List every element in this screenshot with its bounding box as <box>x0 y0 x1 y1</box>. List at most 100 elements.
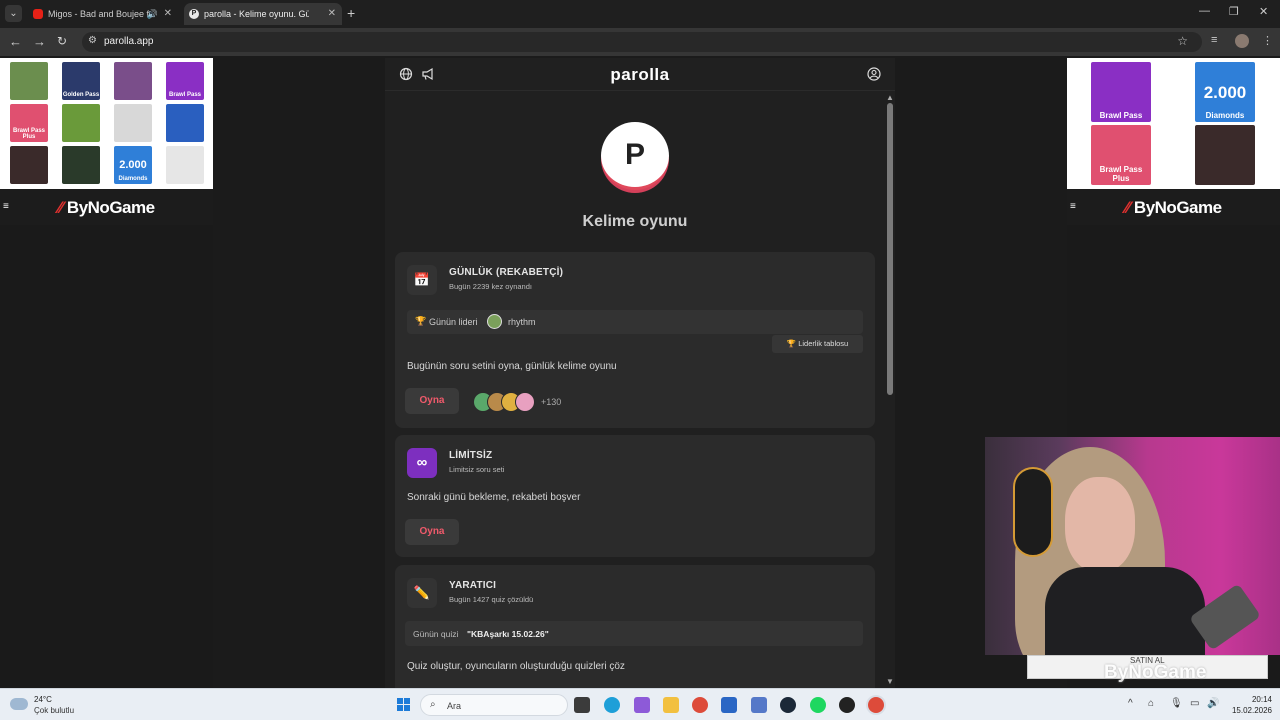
card-subtitle: Limitsiz soru seti <box>449 465 505 474</box>
scrollbar[interactable]: ▲ ▼ <box>885 93 895 688</box>
reload-icon[interactable]: ↻ <box>57 34 67 48</box>
steam-icon[interactable] <box>780 697 796 713</box>
unlimited-play-button[interactable]: Oyna <box>405 519 459 545</box>
ad-product[interactable] <box>114 104 152 142</box>
daily-play-button[interactable]: Oyna <box>405 388 459 414</box>
minimize-button[interactable]: — <box>1199 5 1210 17</box>
system-clock[interactable]: 20:14 15.02.2026 <box>1222 694 1272 716</box>
new-tab-button[interactable]: + <box>347 5 355 22</box>
ad-product[interactable] <box>62 104 100 142</box>
scrollbar-thumb[interactable] <box>887 103 893 395</box>
scroll-down-arrow-icon[interactable]: ▼ <box>886 677 894 686</box>
ad-product[interactable]: 2.000 Diamonds <box>114 146 152 184</box>
cloud-icon <box>10 698 28 710</box>
quiz-of-the-day-row[interactable]: Günün quizi "KBAşarkı 15.02.26" <box>405 621 863 646</box>
tab-search-chevron-icon[interactable]: ⌄ <box>5 5 22 22</box>
youtube-icon <box>33 9 43 19</box>
daily-leader-row[interactable]: 🏆 Günün lideri rhythm <box>407 310 863 334</box>
weather-temp: 24°C <box>34 695 52 704</box>
site-info-icon[interactable]: ⚙ <box>88 35 97 46</box>
scroll-up-arrow-icon[interactable]: ▲ <box>886 93 894 102</box>
media-controls-icon[interactable]: ≡ <box>1211 34 1217 46</box>
menu-icon[interactable]: ≡ <box>1070 201 1076 212</box>
ad-product[interactable]: Brawl Pass <box>166 62 204 100</box>
close-tab-icon[interactable]: ✕ <box>164 3 172 25</box>
ad-product-label: Golden Pass <box>62 92 100 98</box>
windows-start-icon[interactable] <box>397 698 411 712</box>
bynogame-logo: ⁄⁄ ByNoGame <box>58 198 155 217</box>
ad-product[interactable]: Brawl Pass Plus <box>10 104 48 142</box>
profile-avatar[interactable] <box>1235 34 1249 48</box>
spotify-icon[interactable] <box>810 697 826 713</box>
audio-icon[interactable]: 🔊 <box>147 3 158 25</box>
leader-avatar <box>487 314 502 329</box>
ad-brand-strip-right[interactable]: ≡ ⁄⁄ ByNoGame <box>1067 189 1280 225</box>
task-view-icon[interactable] <box>574 697 590 713</box>
bookmark-star-icon[interactable]: ☆ <box>1177 34 1188 48</box>
back-arrow-icon[interactable]: ← <box>9 34 22 49</box>
tray-chevron-icon[interactable]: ^ <box>1128 698 1133 709</box>
ad-product[interactable] <box>62 146 100 184</box>
card-description: Quiz oluştur, oyuncuların oluşturduğu qu… <box>407 661 625 672</box>
ad-banner-left[interactable]: Golden Pass Brawl Pass Brawl Pass Plus 2.00… <box>0 58 213 189</box>
ad-brand-strip-left[interactable]: ≡ ⁄⁄ ByNoGame <box>0 189 213 225</box>
chrome-icon[interactable] <box>692 697 708 713</box>
card-subtitle: Bugün 1427 quiz çözüldü <box>449 595 534 604</box>
ad-product[interactable] <box>10 146 48 184</box>
display-icon[interactable]: ▭ <box>1190 698 1199 709</box>
menu-icon[interactable]: ≡ <box>3 201 9 212</box>
outlook-icon[interactable] <box>751 697 767 713</box>
volume-icon[interactable]: 🔊 <box>1207 698 1219 709</box>
bynogame-watermark: ByNoGame <box>1104 662 1207 683</box>
pencil-icon: ✏️ <box>407 578 437 608</box>
more-menu-icon[interactable]: ⋮ <box>1262 34 1273 47</box>
ad-banner-right[interactable]: Brawl Pass 2.000 Diamonds Brawl Pass Plus <box>1067 58 1280 189</box>
ad-product[interactable]: 2.000 Diamonds <box>1195 62 1255 122</box>
leader-name[interactable]: rhythm <box>508 317 536 327</box>
card-title: LİMİTSİZ <box>449 450 493 461</box>
tab-parolla[interactable]: P parolla - Kelime oyunu. Günlük ✕ <box>184 3 342 25</box>
leaderboard-button[interactable]: 🏆 Liderlik tablosu <box>772 335 863 353</box>
calendar-icon: 📅 <box>407 265 437 295</box>
user-account-icon[interactable] <box>867 67 881 81</box>
weather-desc: Çok bulutlu <box>34 706 75 715</box>
ad-product[interactable] <box>1195 125 1255 185</box>
copilot-icon[interactable] <box>634 697 650 713</box>
close-window-button[interactable]: ✕ <box>1259 5 1268 18</box>
unlimited-game-card: ∞ LİMİTSİZ Limitsiz soru seti Sonraki gü… <box>395 435 875 557</box>
forward-arrow-icon[interactable]: → <box>33 34 46 49</box>
webcam-overlay <box>985 437 1280 655</box>
tab-title: parolla - Kelime oyunu. Günlük <box>204 9 309 19</box>
obs-icon[interactable] <box>839 697 855 713</box>
ad-product[interactable]: Brawl Pass <box>1091 62 1151 122</box>
trophy-icon: 🏆 <box>415 316 427 326</box>
ad-product[interactable] <box>166 146 204 184</box>
parolla-app: parolla ▲ ▼ P Kelime oyunu 📅 GÜNLÜK (REK… <box>385 58 895 688</box>
ad-product-label: Brawl Pass <box>168 92 202 98</box>
tab-youtube[interactable]: Migos - Bad and Boujee ft. L 🔊 ✕ <box>28 3 178 25</box>
close-tab-icon[interactable]: ✕ <box>328 3 336 25</box>
edge-icon[interactable] <box>604 697 620 713</box>
ad-product[interactable]: Golden Pass <box>62 62 100 100</box>
store-icon[interactable] <box>721 697 737 713</box>
windows-taskbar: 24°C Çok bulutlu ⌕ Ara ^ ⌂ 🎙 ▭ 🔊 20:14 1… <box>0 688 1280 720</box>
network-icon[interactable]: ⌂ <box>1148 698 1154 709</box>
file-explorer-icon[interactable] <box>663 697 679 713</box>
players-extra-count: +130 <box>541 397 562 407</box>
ad-product[interactable] <box>166 104 204 142</box>
parolla-logo: P <box>601 122 669 190</box>
bynogame-logo: ⁄⁄ ByNoGame <box>1125 198 1222 217</box>
search-label: Ara <box>447 701 462 711</box>
app-brand[interactable]: parolla <box>385 65 895 85</box>
ad-product[interactable] <box>114 62 152 100</box>
restore-button[interactable]: ❐ <box>1229 5 1239 18</box>
quiz-name[interactable]: "KBAşarkı 15.02.26" <box>467 629 549 639</box>
card-description: Bugünün soru setini oyna, günlük kelime … <box>407 361 617 372</box>
ad-product[interactable] <box>10 62 48 100</box>
search-icon: ⌕ <box>430 699 436 710</box>
address-bar[interactable]: ⚙ parolla.app ☆ <box>82 32 1202 52</box>
ad-product[interactable]: Brawl Pass Plus <box>1091 125 1151 185</box>
microphone-icon[interactable]: 🎙 <box>1170 698 1183 709</box>
taskbar-search[interactable]: ⌕ Ara <box>420 694 568 716</box>
chrome-active-icon[interactable] <box>868 697 884 713</box>
